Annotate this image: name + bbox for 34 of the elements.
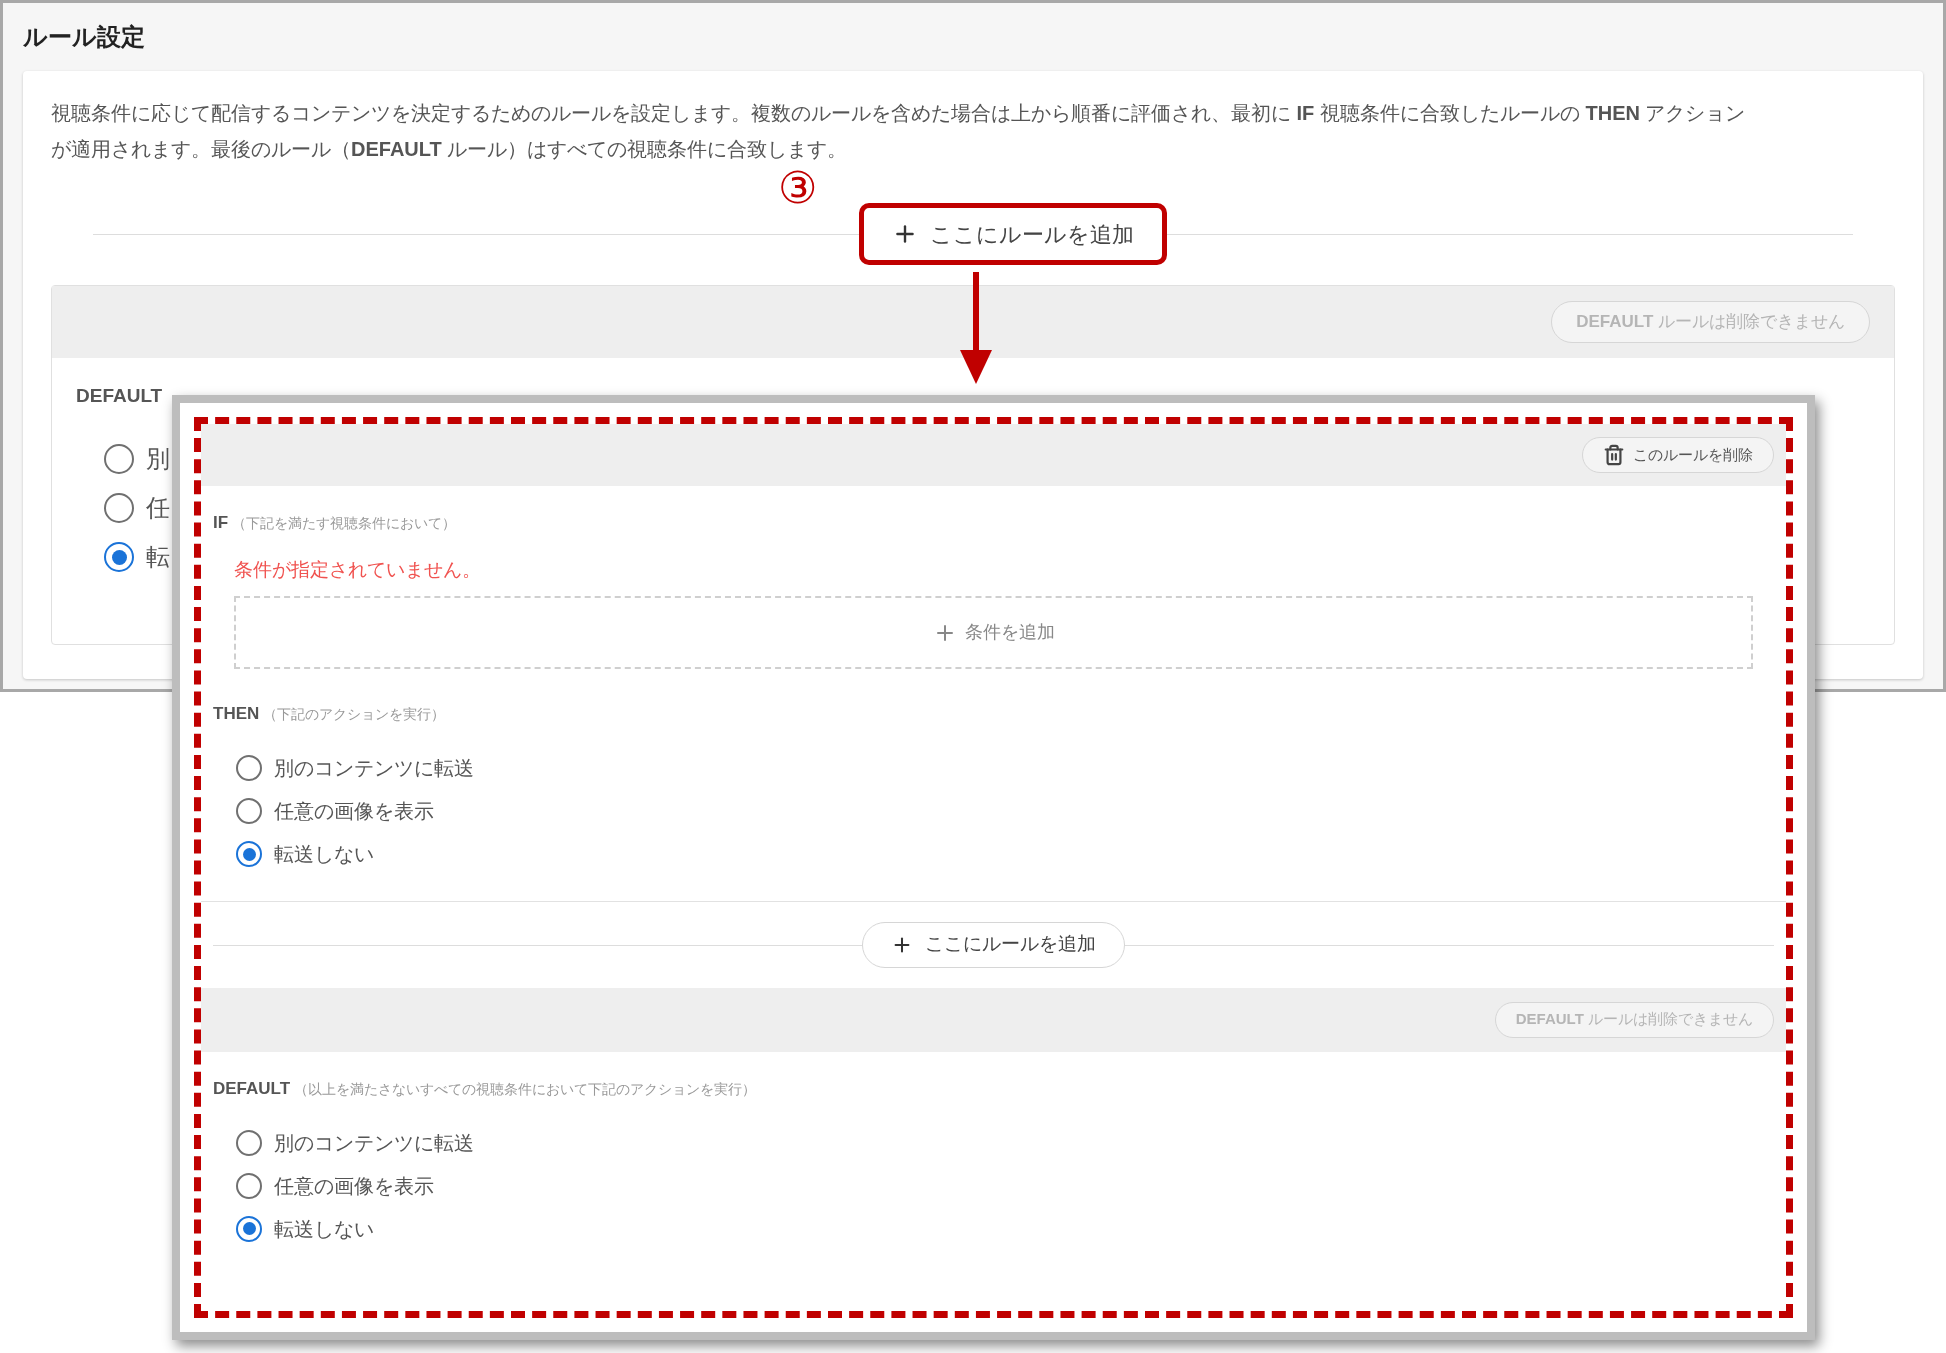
add-rule-button[interactable]: ここにルールを追加 <box>859 203 1167 265</box>
radio-button[interactable] <box>236 1172 262 1199</box>
radio-button[interactable] <box>236 1129 262 1156</box>
option-label: 転 <box>146 542 170 572</box>
rule-label: DEFAULT <box>213 1077 291 1100</box>
step-number: ③ <box>778 166 817 210</box>
rule-label: DEFAULT <box>76 384 163 408</box>
option-label: 転送しない <box>274 842 374 867</box>
page-title: ルール設定 <box>23 22 145 52</box>
option-label: 別のコンテンツに転送 <box>274 1130 474 1156</box>
option-label: 転送しない <box>274 1216 374 1242</box>
if-label: IF <box>213 512 229 534</box>
then-label: THEN <box>213 703 260 725</box>
option-label: 別 <box>146 444 170 474</box>
radio-button[interactable] <box>104 493 134 523</box>
radio-button[interactable] <box>236 841 262 867</box>
radio-button[interactable] <box>236 798 262 824</box>
add-condition-button[interactable]: 条件を追加 <box>234 596 1753 669</box>
radio-button[interactable] <box>104 444 134 474</box>
delete-rule-button[interactable]: このルールを削除 <box>1582 437 1774 473</box>
option-label: 任意の画像を表示 <box>274 799 434 824</box>
then-hint: （下記のアクションを実行） <box>263 705 446 724</box>
radio-button[interactable] <box>104 542 134 572</box>
if-hint: （下記を満たす視聴条件において） <box>232 514 457 533</box>
description-text: 視聴条件に応じて配信するコンテンツを決定するためのルールを設定します。複数のルールを含めた場合は上から順番に評価され、最初に IF 視聴条件に合致したルールの THEN アクションが適用されます。最後のルール（DEFAULT ルール）はすべての視聴条件に合致します。 <box>51 101 1747 162</box>
add-rule-button[interactable]: ここにルールを追加 <box>862 921 1125 968</box>
radio-button[interactable] <box>236 1215 262 1242</box>
trash-icon <box>1603 444 1625 466</box>
rule-hint: （以上を満たさないすべての視聴条件において下記のアクションを実行） <box>294 1079 757 1099</box>
option-label: 任 <box>146 493 170 523</box>
option-label: 任意の画像を表示 <box>274 1173 434 1199</box>
error-message: 条件が指定されていません。 <box>234 558 481 580</box>
radio-button[interactable] <box>236 755 262 781</box>
option-label: 別のコンテンツに転送 <box>274 756 474 781</box>
